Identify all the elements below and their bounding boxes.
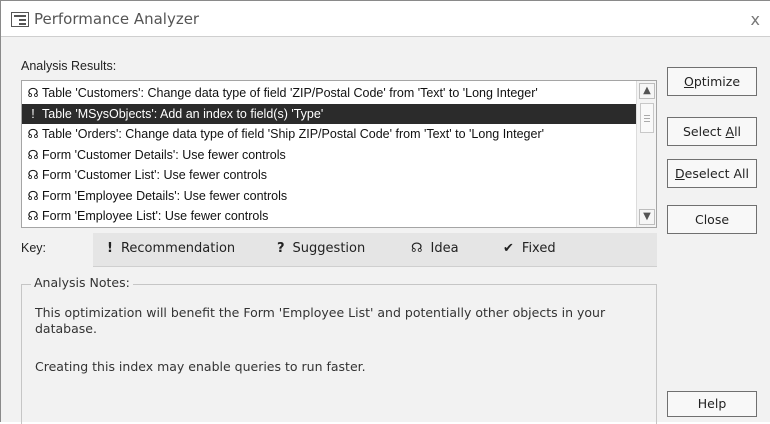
close-button[interactable]: Close: [667, 205, 757, 234]
result-row[interactable]: ! Table 'MSysObjects': Add an index to fi…: [22, 103, 636, 124]
close-window-icon[interactable]: x: [751, 10, 760, 29]
key-legend: ! Recommendation ? Suggestion ☊ Idea ✔ Fixed: [93, 233, 657, 267]
scroll-thumb[interactable]: [640, 103, 654, 133]
help-button[interactable]: Help: [667, 391, 757, 417]
idea-icon: ☊: [27, 188, 39, 203]
idea-icon: ☊: [27, 209, 39, 223]
key-recommendation: ! Recommendation: [107, 241, 235, 256]
select-all-button[interactable]: Select All: [667, 117, 757, 146]
optimize-button[interactable]: Optimize: [667, 67, 757, 96]
performance-analyzer-window: Performance Analyzer x Analysis Results:…: [0, 0, 770, 424]
key-recommendation-label: Recommendation: [120, 241, 236, 256]
scroll-down-icon[interactable]: ▼: [639, 209, 655, 225]
notes-paragraph-1: This optimization will benefit the Form …: [35, 305, 635, 337]
key-label: Key:: [21, 241, 47, 255]
results-scrollbar[interactable]: ▲ ▼: [636, 81, 656, 227]
key-fixed: ✔ Fixed: [503, 241, 556, 256]
fixed-icon: ✔: [503, 241, 514, 256]
deselect-all-button[interactable]: Deselect All: [667, 159, 757, 188]
window-title: Performance Analyzer: [34, 10, 200, 28]
notes-line: This optimization will benefit the Form …: [35, 305, 606, 320]
result-text: Form 'Employee Details': Use fewer contr…: [42, 188, 288, 203]
result-text: Table 'Customers': Change data type of f…: [42, 86, 538, 100]
recommendation-icon: !: [107, 241, 113, 256]
idea-icon: ☊: [27, 127, 39, 141]
result-text: Table 'Orders': Change data type of fiel…: [42, 127, 545, 141]
analysis-notes-label: Analysis Notes:: [31, 275, 133, 290]
analysis-results-label: Analysis Results:: [21, 59, 117, 73]
result-text: Form 'Customer Details': Use fewer contr…: [42, 147, 286, 162]
key-suggestion-label: Suggestion: [292, 241, 366, 256]
result-row[interactable]: ☊ Table 'Orders': Change data type of fie…: [22, 124, 636, 144]
notes-paragraph-2: Creating this index may enable queries t…: [35, 359, 366, 374]
result-row[interactable]: ☊ Form 'Customer Details': Use fewer cont…: [22, 145, 636, 165]
idea-icon: ☊: [27, 86, 39, 100]
table-icon: [11, 12, 29, 27]
suggestion-icon: ?: [277, 241, 285, 256]
result-text: Form 'Customer List': Use fewer controls: [42, 168, 267, 182]
result-row[interactable]: ☊ Form 'Customer List': Use fewer control…: [22, 165, 636, 185]
key-idea: ☊ Idea: [411, 241, 459, 256]
idea-icon: ☊: [27, 147, 39, 162]
key-fixed-label: Fixed: [521, 241, 556, 256]
recommendation-icon: !: [31, 106, 35, 121]
idea-icon: ☊: [27, 168, 39, 182]
result-row[interactable]: ☊ Table 'Customers': Change data type of …: [22, 83, 636, 103]
result-row[interactable]: ☊ Form 'Employee List': Use fewer control…: [22, 206, 636, 226]
analysis-results-list[interactable]: ☊ Table 'Customers': Change data type of …: [21, 80, 657, 228]
idea-icon: ☊: [411, 241, 423, 256]
result-text: Form 'Employee List': Use fewer controls: [42, 209, 269, 223]
result-text: Table 'MSysObjects': Add an index to fie…: [42, 106, 324, 121]
notes-line: database.: [35, 321, 97, 336]
title-bar: Performance Analyzer x: [1, 1, 770, 37]
result-row[interactable]: ☊ Form 'Employee Details': Use fewer cont…: [22, 186, 636, 206]
key-idea-label: Idea: [430, 241, 459, 256]
key-suggestion: ? Suggestion: [277, 241, 365, 256]
scroll-up-icon[interactable]: ▲: [639, 83, 655, 99]
